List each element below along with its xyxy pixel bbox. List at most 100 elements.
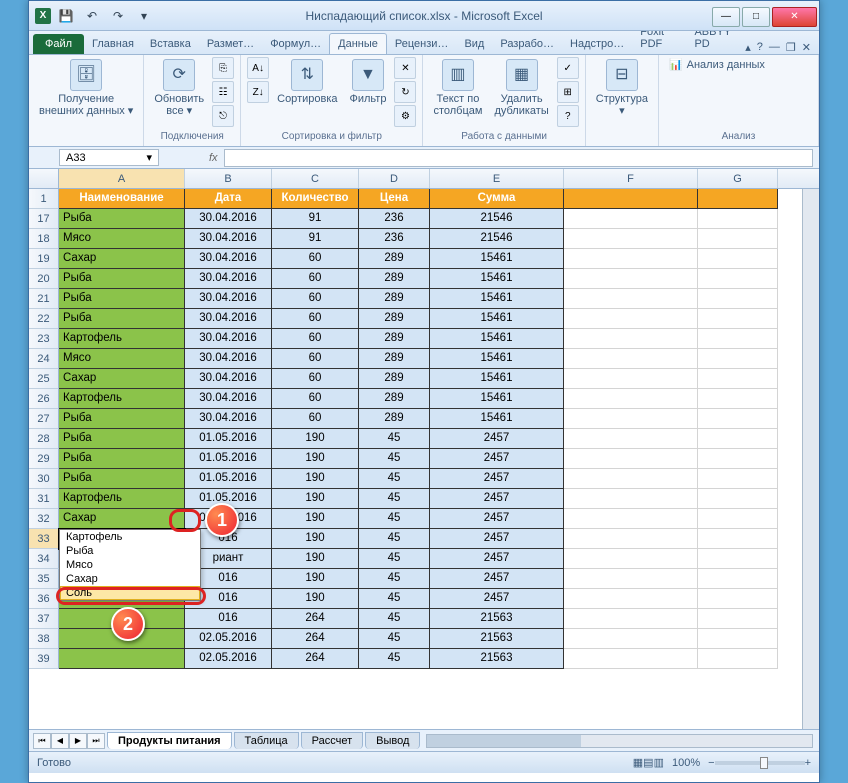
row-header[interactable]: 25	[29, 369, 59, 389]
dropdown-item[interactable]: Картофель	[60, 530, 200, 544]
cell-sum[interactable]: 21563	[430, 609, 564, 629]
cell[interactable]	[698, 189, 778, 209]
cell[interactable]	[698, 489, 778, 509]
cell-sum[interactable]: 15461	[430, 289, 564, 309]
cell-price[interactable]: 289	[359, 249, 430, 269]
validation-button[interactable]: ✓	[557, 57, 579, 79]
cell-qty[interactable]: 190	[272, 569, 359, 589]
cell-sum[interactable]: 2457	[430, 569, 564, 589]
sort-button[interactable]: ⇅ Сортировка	[273, 57, 341, 107]
vertical-scrollbar[interactable]	[802, 189, 819, 729]
help-icon[interactable]: ?	[757, 41, 763, 54]
row-header[interactable]: 31	[29, 489, 59, 509]
col-header-a[interactable]: A	[59, 169, 185, 188]
cell-price[interactable]: 289	[359, 349, 430, 369]
cell[interactable]	[564, 349, 698, 369]
header-cell[interactable]: Количество	[272, 189, 359, 209]
row-header[interactable]: 30	[29, 469, 59, 489]
cell-price[interactable]: 45	[359, 549, 430, 569]
cell-price[interactable]: 45	[359, 629, 430, 649]
cell-sum[interactable]: 2457	[430, 449, 564, 469]
cell-name[interactable]: Мясо	[59, 349, 185, 369]
sort-az-button[interactable]: A↓	[247, 57, 269, 79]
file-tab[interactable]: Файл	[33, 34, 84, 54]
name-box[interactable]: A33▾	[59, 149, 159, 166]
qat-save[interactable]: 💾	[55, 5, 77, 27]
cell[interactable]	[564, 309, 698, 329]
cell-qty[interactable]: 190	[272, 549, 359, 569]
refresh-all-button[interactable]: ⟳ Обновить все ▾	[150, 57, 208, 119]
cell-qty[interactable]: 60	[272, 329, 359, 349]
row-header[interactable]: 24	[29, 349, 59, 369]
row-header[interactable]: 33	[29, 529, 59, 549]
cell-sum[interactable]: 21546	[430, 229, 564, 249]
connections-button[interactable]: ⎘	[212, 57, 234, 79]
formula-bar[interactable]	[224, 149, 813, 167]
cell[interactable]	[698, 349, 778, 369]
cell[interactable]	[564, 369, 698, 389]
cell[interactable]	[698, 369, 778, 389]
row-header[interactable]: 22	[29, 309, 59, 329]
external-data-button[interactable]: 🗄 Получение внешних данных ▾	[35, 57, 137, 119]
cell[interactable]	[564, 549, 698, 569]
sheet-tab-2[interactable]: Рассчет	[301, 732, 364, 749]
cell[interactable]	[564, 229, 698, 249]
cell-qty[interactable]: 264	[272, 649, 359, 669]
reapply-button[interactable]: ↻	[394, 81, 416, 103]
row-header[interactable]: 17	[29, 209, 59, 229]
cell-price[interactable]: 45	[359, 569, 430, 589]
close-button[interactable]: ✕	[772, 7, 817, 27]
cell-price[interactable]: 289	[359, 289, 430, 309]
cell-date[interactable]: 30.04.2016	[185, 249, 272, 269]
col-header-g[interactable]: G	[698, 169, 778, 188]
select-all-corner[interactable]	[29, 169, 59, 188]
sort-za-button[interactable]: Z↓	[247, 81, 269, 103]
header-cell[interactable]: Наименование	[59, 189, 185, 209]
header-cell[interactable]: Цена	[359, 189, 430, 209]
row-header[interactable]: 37	[29, 609, 59, 629]
cell-date[interactable]: 30.04.2016	[185, 289, 272, 309]
cell[interactable]	[698, 389, 778, 409]
cell-qty[interactable]: 60	[272, 369, 359, 389]
cell-sum[interactable]: 2457	[430, 489, 564, 509]
cell-date[interactable]: 01.05.2016	[185, 449, 272, 469]
row-header[interactable]: 18	[29, 229, 59, 249]
col-header-f[interactable]: F	[564, 169, 698, 188]
maximize-button[interactable]: □	[742, 7, 770, 27]
cell-price[interactable]: 45	[359, 529, 430, 549]
tab-insert[interactable]: Вставка	[142, 34, 199, 54]
cell[interactable]	[698, 589, 778, 609]
cell-price[interactable]: 45	[359, 489, 430, 509]
cell[interactable]	[564, 629, 698, 649]
cell-price[interactable]: 45	[359, 609, 430, 629]
ribbon-minimize-icon[interactable]: ▴	[745, 41, 751, 54]
cell-name[interactable]: Рыба	[59, 209, 185, 229]
horizontal-scrollbar[interactable]	[426, 734, 813, 748]
sheet-nav-last[interactable]: ⏭	[87, 733, 105, 749]
cell[interactable]	[698, 609, 778, 629]
cell-date[interactable]: 30.04.2016	[185, 389, 272, 409]
cell[interactable]	[564, 329, 698, 349]
cell-name[interactable]: Сахар	[59, 249, 185, 269]
cell-date[interactable]: 30.04.2016	[185, 329, 272, 349]
cell[interactable]	[564, 389, 698, 409]
zoom-slider[interactable]	[715, 761, 805, 765]
fx-icon[interactable]: fx	[209, 152, 218, 164]
cell[interactable]	[564, 649, 698, 669]
cell-qty[interactable]: 190	[272, 589, 359, 609]
text-to-columns-button[interactable]: ▥ Текст по столбцам	[429, 57, 486, 119]
cell-qty[interactable]: 91	[272, 229, 359, 249]
cell-name[interactable]: Рыба	[59, 309, 185, 329]
cell[interactable]	[698, 469, 778, 489]
cell[interactable]	[564, 529, 698, 549]
cell-sum[interactable]: 15461	[430, 249, 564, 269]
sheet-tab-1[interactable]: Таблица	[234, 732, 299, 749]
tab-addins[interactable]: Надстро…	[562, 34, 632, 54]
cell-date[interactable]: 30.04.2016	[185, 229, 272, 249]
cell[interactable]	[564, 449, 698, 469]
cell[interactable]	[564, 249, 698, 269]
cell-price[interactable]: 289	[359, 269, 430, 289]
doc-close-icon[interactable]: ✕	[802, 41, 811, 54]
cell-sum[interactable]: 2457	[430, 589, 564, 609]
cell-qty[interactable]: 60	[272, 289, 359, 309]
